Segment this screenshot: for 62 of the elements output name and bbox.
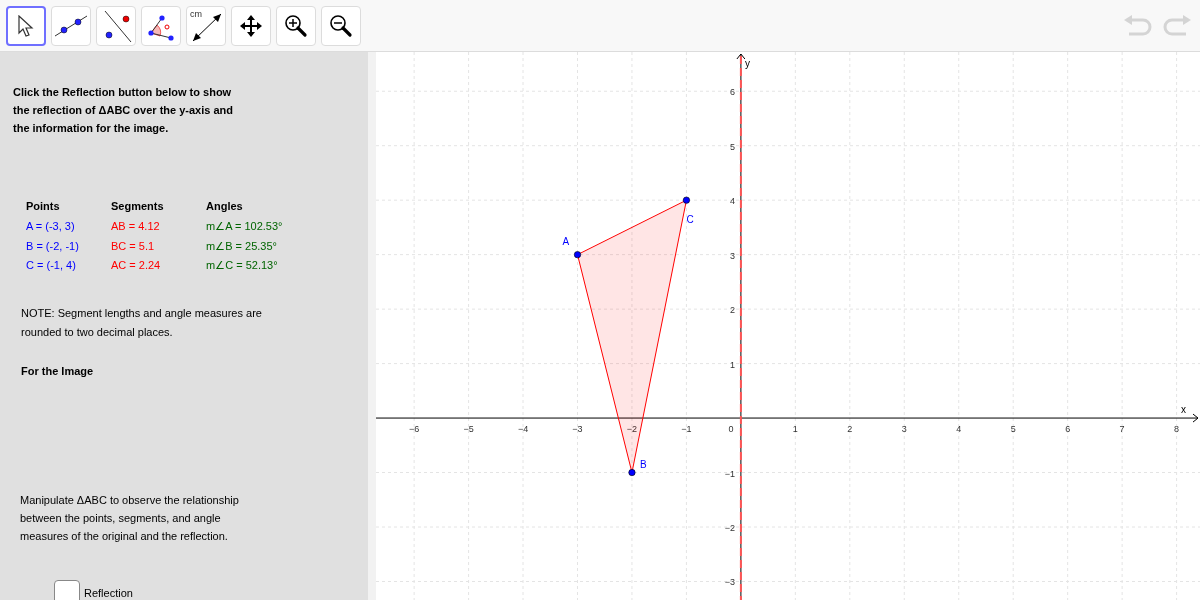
line-icon [54,13,88,38]
instruction-text: the reflection of ΔABC over the y-axis and [13,103,234,118]
tick-label: 5 [729,141,735,152]
tick-label: 2 [847,424,853,435]
table-cell: C = (-1, 4) [26,259,76,271]
column-heading: Segments [111,200,164,212]
tick-label: 6 [729,87,735,98]
tick-label: 3 [901,424,907,435]
table-cell: AB = 4.12 [111,220,160,232]
table-cell: A = (-3, 3) [26,220,75,232]
instruction-text: the information for the image. [13,121,170,136]
tick-label: −2 [626,424,638,435]
tick-label: −5 [463,424,474,435]
point[interactable] [628,469,636,477]
table-cell: AC = 2.24 [111,259,161,271]
point[interactable] [682,196,690,204]
tick-label: −4 [517,424,529,435]
tick-label: 4 [956,424,962,435]
move-arrows-icon [239,13,263,38]
section-heading: For the Image [21,364,94,377]
tick-label: −1 [681,424,692,435]
axis-label: x [1181,404,1186,416]
table-cell: BC = 5.1 [111,239,155,252]
column-heading: Angles [206,200,243,212]
table-cell: m∠A = 102.53° [206,220,283,232]
zoom-in-icon [284,13,308,38]
tick-label: 6 [1065,424,1071,435]
tick-label: 5 [1010,424,1016,435]
tick-label: −6 [409,424,420,435]
note-text: rounded to two decimal places. [21,324,174,340]
tick-label: 0 [728,424,734,435]
table-cell: B = (-2, -1) [26,239,79,252]
instruction-text: between the points, segments, and angle [20,510,222,526]
table-cell: m∠B = 25.35° [206,239,277,252]
instruction-text: measures of the original and the reflection. [20,528,229,544]
tick-label: 1 [792,424,798,435]
tick-label: 8 [1174,424,1180,435]
point-label: A [562,235,570,247]
axis-label: y [744,58,750,69]
point[interactable] [574,251,581,259]
checkbox[interactable] [54,579,80,600]
tool-button[interactable] [6,5,46,46]
tick-label: −1 [724,468,735,479]
instruction-text: Manipulate ΔABC to observe the relationship [20,492,240,508]
checkbox-label: Reflection [84,586,133,599]
tool-button[interactable]: cm [186,5,226,46]
cursor-icon [17,14,35,37]
tick-label: 7 [1119,424,1125,435]
tick-label: 3 [729,250,735,261]
tick-label: 4 [729,196,735,207]
instruction-text: Click the Reflection button below to show [13,85,233,100]
tick-label: −2 [724,523,735,533]
point-label: C [686,214,694,226]
tick-label: 1 [729,359,735,370]
tick-label: 2 [729,305,735,316]
column-heading: Points [26,200,60,212]
zoom-out-icon [329,13,353,38]
tick-label: −3 [572,424,583,435]
note-text: NOTE: Segment lengths and angle measures are [21,305,263,321]
table-cell: m∠C = 52.13° [206,259,278,271]
point-label: B [639,458,647,470]
tick-label: −3 [724,577,735,588]
